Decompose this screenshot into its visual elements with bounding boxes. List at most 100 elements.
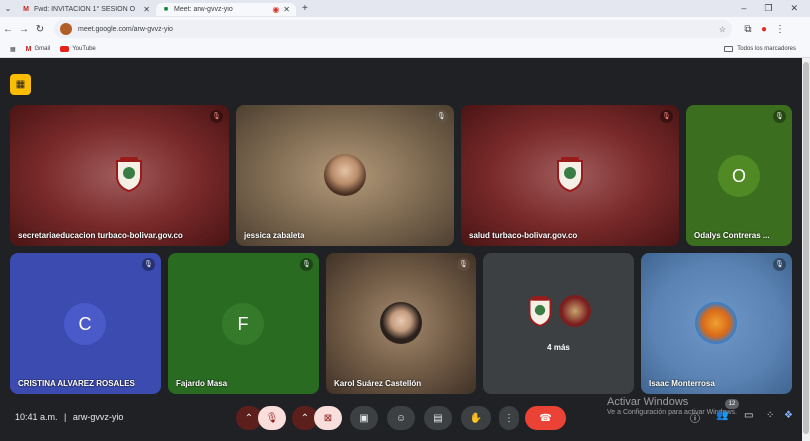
others-tile[interactable]: 4 más: [483, 253, 634, 394]
participant-tile[interactable]: 🎙 secretariaeducacion turbaco-bolivar.go…: [10, 105, 229, 246]
menu-icon[interactable]: ⋮: [772, 24, 788, 35]
back-icon[interactable]: ←: [0, 24, 16, 35]
profile-icon[interactable]: ●: [756, 24, 772, 35]
recording-dot-icon: ◉: [272, 5, 280, 14]
meeting-code: arw-gvvz-yio: [72, 412, 124, 422]
participant-avatar: [559, 295, 591, 327]
participant-avatar: [324, 154, 366, 196]
participant-tile[interactable]: 🎙 Isaac Monterrosa: [641, 253, 792, 394]
participant-avatar: [380, 302, 422, 344]
present-button[interactable]: ▣: [350, 406, 378, 430]
mic-off-icon: 🎙: [265, 412, 279, 424]
info-icon[interactable]: ⓘ: [690, 410, 700, 425]
participant-tile[interactable]: 🎙 Karol Suárez Castellón: [326, 253, 476, 394]
participant-tile[interactable]: C 🎙 CRISTINA ALVAREZ ROSALES: [10, 253, 161, 394]
participant-tile[interactable]: 🎙 salud turbaco-bolivar.gov.co: [461, 105, 679, 246]
all-bookmarks[interactable]: Todos los marcadores: [724, 46, 796, 52]
omnibox[interactable]: meet.google.com/arw-gvvz-yio ☆: [54, 20, 732, 38]
reactions-button[interactable]: ☺: [387, 406, 415, 430]
tab-gmail[interactable]: M Fwd: INVITACIÓN 1° SESIÓN O ✕: [16, 3, 156, 16]
close-icon[interactable]: ✕: [283, 5, 290, 14]
meeting-info: 10:41 a.m. | arw-gvvz-yio: [15, 412, 123, 422]
reload-icon[interactable]: ↻: [32, 24, 48, 35]
participant-tile[interactable]: F 🎙 Fajardo Masa: [168, 253, 319, 394]
bookmark-youtube[interactable]: YouTube: [60, 46, 96, 52]
participant-initial-avatar: F: [222, 303, 264, 345]
apps-icon[interactable]: ▦: [10, 46, 16, 53]
tab-search-chevron-icon[interactable]: ⌄: [0, 4, 16, 13]
muted-mic-icon: 🎙: [210, 110, 223, 123]
leave-call-button[interactable]: ☎: [525, 406, 566, 430]
bookmark-star-icon[interactable]: ☆: [719, 25, 726, 34]
minimize-icon[interactable]: –: [741, 3, 746, 14]
divider: |: [64, 412, 67, 422]
tab-title: Fwd: INVITACIÓN 1° SESIÓN O: [34, 6, 136, 13]
raise-hand-button[interactable]: ✋: [461, 406, 491, 430]
all-bookmarks-label: Todos los marcadores: [737, 46, 796, 52]
muted-mic-icon: 🎙: [457, 258, 470, 271]
captions-icon: ▤: [433, 412, 443, 424]
address-bar-row: ← → ↻ meet.google.com/arw-gvvz-yio ☆ ⧉ ●…: [0, 17, 810, 41]
forward-icon[interactable]: →: [16, 24, 32, 35]
hand-icon: ✋: [469, 412, 483, 424]
watermark-title: Activar Windows: [607, 396, 689, 408]
chat-icon[interactable]: ▭: [744, 410, 753, 421]
muted-mic-icon: 🎙: [773, 110, 786, 123]
more-participants-label: 4 más: [547, 343, 570, 352]
host-controls-icon[interactable]: ❖: [784, 410, 793, 421]
meeting-time: 10:41 a.m.: [15, 412, 58, 422]
people-icon[interactable]: 👥: [716, 410, 728, 421]
participant-name: CRISTINA ALVAREZ ROSALES: [18, 379, 135, 388]
muted-mic-icon: 🎙: [142, 258, 155, 271]
institution-shield-icon: [557, 157, 583, 192]
captions-button[interactable]: ▤: [424, 406, 452, 430]
bookmark-label: Gmail: [34, 46, 51, 52]
participant-avatar: [695, 302, 737, 344]
participant-tile[interactable]: 🎙 jessica zabaleta: [236, 105, 454, 246]
bookmark-gmail[interactable]: M Gmail: [26, 46, 51, 53]
camera-off-button[interactable]: ⊠: [314, 406, 342, 430]
bookmark-label: YouTube: [72, 46, 96, 52]
participant-name: secretariaeducacion turbaco-bolivar.gov.…: [18, 231, 183, 240]
emoji-icon: ☺: [395, 412, 407, 424]
muted-mic-icon: 🎙: [660, 110, 673, 123]
present-screen-icon: ▣: [359, 412, 369, 424]
institution-shield-icon: [116, 157, 142, 192]
url-text[interactable]: meet.google.com/arw-gvvz-yio: [78, 26, 713, 33]
participant-initial-avatar: O: [718, 155, 760, 197]
participant-tile[interactable]: O 🎙 Odalys Contreras ...: [686, 105, 792, 246]
site-info-icon[interactable]: [60, 23, 72, 35]
activities-icon[interactable]: ⁘: [766, 410, 774, 421]
gmail-icon: M: [23, 6, 29, 13]
muted-mic-icon: 🎙: [435, 110, 448, 123]
tab-meet[interactable]: ■ Meet: arw-gvvz-yio ◉ ✕: [156, 3, 296, 16]
youtube-icon: [60, 46, 70, 52]
scrollbar-thumb[interactable]: [803, 62, 809, 434]
extensions-icon[interactable]: ⧉: [740, 24, 756, 35]
layout-icon[interactable]: ▦: [10, 74, 31, 95]
maximize-icon[interactable]: ❐: [764, 3, 772, 14]
tab-title: Meet: arw-gvvz-yio: [174, 6, 233, 13]
participants-count-badge: 12: [725, 399, 739, 409]
participant-initial-avatar: C: [64, 303, 106, 345]
more-options-button[interactable]: ⋮: [499, 406, 519, 430]
participant-name: salud turbaco-bolivar.gov.co: [469, 231, 578, 240]
phone-hangup-icon: ☎: [539, 412, 552, 424]
muted-mic-icon: 🎙: [773, 258, 786, 271]
muted-mic-icon: 🎙: [300, 258, 313, 271]
participant-name: Isaac Monterrosa: [649, 379, 715, 388]
close-icon[interactable]: ✕: [143, 5, 150, 14]
new-tab-button[interactable]: +: [296, 3, 314, 14]
mic-off-button[interactable]: 🎙: [258, 406, 286, 430]
institution-shield-icon: [528, 296, 552, 327]
gmail-icon: M: [25, 45, 32, 53]
window-controls: – ❐ ✕: [741, 3, 810, 14]
close-window-icon[interactable]: ✕: [790, 3, 798, 14]
participant-name: Karol Suárez Castellón: [334, 379, 422, 388]
participant-name: Fajardo Masa: [176, 379, 228, 388]
bookmarks-bar: ▦ M Gmail YouTube Todos los marcadores: [0, 41, 810, 58]
meet-icon: ■: [163, 6, 169, 13]
more-vert-icon: ⋮: [504, 412, 514, 424]
folder-icon: [724, 46, 734, 52]
participant-name: Odalys Contreras ...: [694, 231, 770, 240]
